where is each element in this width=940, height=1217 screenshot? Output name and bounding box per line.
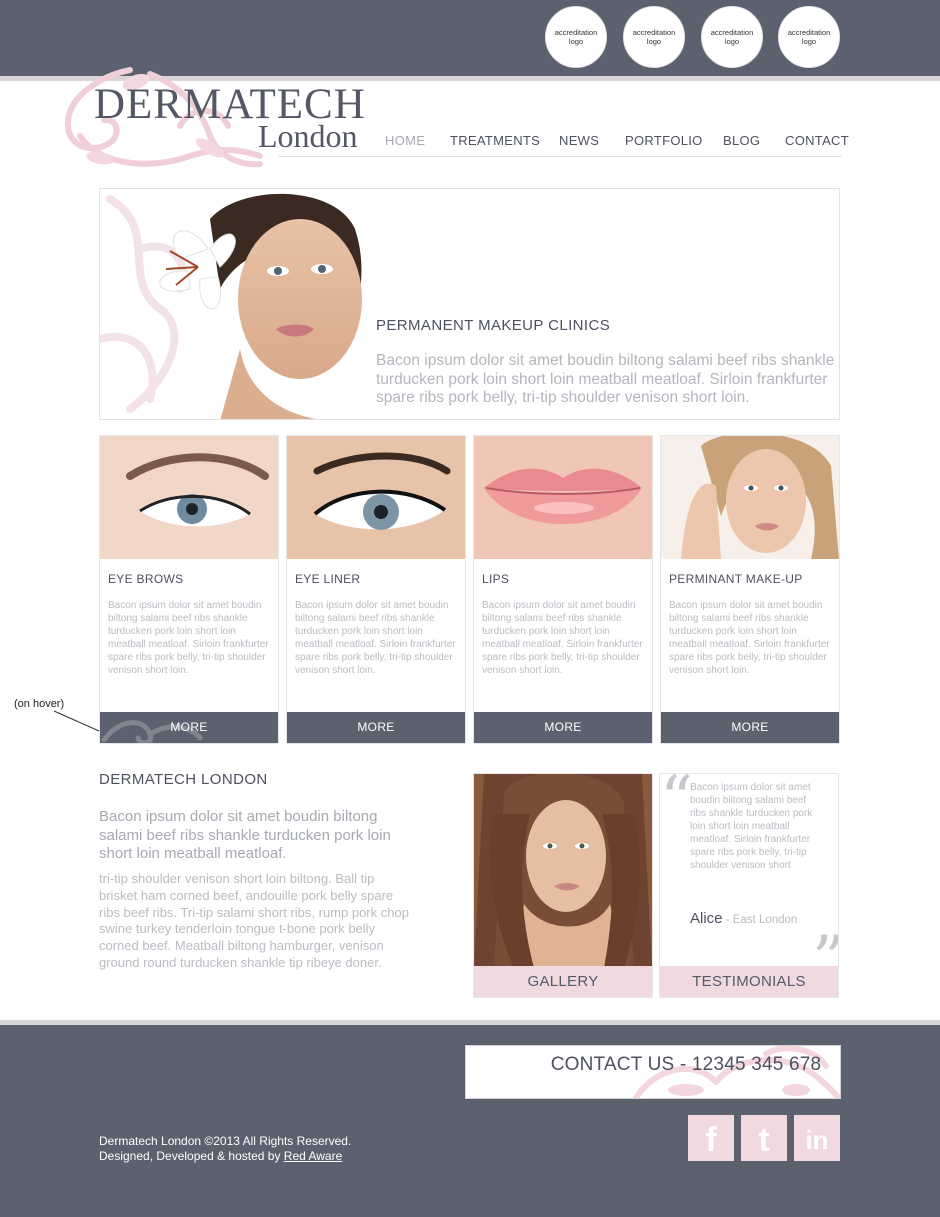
site-logo[interactable]: DERMATECH London	[60, 66, 380, 176]
more-button[interactable]: MORE	[474, 712, 652, 743]
accreditation-logo[interactable]: accreditation logo	[545, 6, 607, 68]
treatment-card-permanent-makeup[interactable]: PERMINANT MAKE-UP Bacon ipsum dolor sit …	[660, 435, 840, 744]
facebook-icon[interactable]: f	[688, 1115, 734, 1161]
card-text: Bacon ipsum dolor sit amet boudin bilton…	[295, 600, 456, 676]
copyright-line: Dermatech London ©2013 All Rights Reserv…	[99, 1134, 352, 1148]
more-button[interactable]: MORE	[661, 712, 839, 743]
nav-home[interactable]: HOME	[385, 133, 425, 148]
testimonial-author: Alice - East London	[690, 910, 798, 927]
card-title: EYE LINER	[295, 572, 361, 586]
card-title: PERMINANT MAKE-UP	[669, 572, 803, 586]
treatment-card-lips[interactable]: LIPS Bacon ipsum dolor sit amet boudin b…	[473, 435, 653, 744]
more-button[interactable]: MORE	[100, 712, 278, 743]
svg-text:in: in	[805, 1125, 828, 1155]
svg-text:t: t	[758, 1121, 769, 1159]
contact-banner[interactable]: CONTACT US - 12345 345 678	[465, 1045, 841, 1099]
nav-blog[interactable]: BLOG	[723, 133, 760, 148]
linkedin-icon[interactable]: in	[794, 1115, 840, 1161]
treatment-card-eyeliner[interactable]: EYE LINER Bacon ipsum dolor sit amet bou…	[286, 435, 466, 744]
hero-text: Bacon ipsum dolor sit amet boudin bilton…	[376, 352, 835, 406]
nav-divider	[278, 156, 842, 157]
contact-phone: CONTACT US - 12345 345 678	[550, 1054, 822, 1075]
about-title: DERMATECH LONDON	[99, 771, 268, 788]
logo-subtitle: London	[258, 118, 358, 154]
accreditation-logo[interactable]: accreditation logo	[778, 6, 840, 68]
about-body: tri-tip shoulder venison short loin bilt…	[99, 871, 409, 970]
accreditation-logo[interactable]: accreditation logo	[623, 6, 685, 68]
more-button[interactable]: MORE	[287, 712, 465, 743]
testimonial-quote: Bacon ipsum dolor sit amet boudin bilton…	[690, 782, 813, 871]
gallery-panel[interactable]: GALLERY	[473, 773, 653, 998]
main-navigation: HOME TREATMENTS NEWS PORTFOLIO BLOG CONT…	[370, 133, 849, 155]
card-image-lips	[474, 436, 652, 559]
nav-treatments[interactable]: TREATMENTS	[450, 133, 540, 148]
about-lead: Bacon ipsum dolor sit amet boudin bilton…	[99, 808, 391, 862]
svg-text:f: f	[705, 1121, 717, 1159]
testimonials-label[interactable]: TESTIMONIALS	[660, 966, 838, 997]
credit-link[interactable]: Red Aware	[284, 1149, 342, 1163]
nav-contact[interactable]: CONTACT	[785, 133, 849, 148]
twitter-icon[interactable]: t	[741, 1115, 787, 1161]
card-image-eyeliner	[287, 436, 465, 559]
card-text: Bacon ipsum dolor sit amet boudin bilton…	[482, 600, 643, 676]
gallery-label[interactable]: GALLERY	[474, 966, 652, 997]
open-quote-icon: “	[660, 773, 693, 837]
credit-line: Designed, Developed & hosted by Red Awar…	[99, 1149, 343, 1163]
hero-image	[100, 193, 362, 419]
nav-news[interactable]: NEWS	[559, 133, 599, 148]
copyright: Dermatech London ©2013 All Rights Reserv…	[99, 1134, 351, 1164]
accreditation-logo[interactable]: accreditation logo	[701, 6, 763, 68]
hero-title: PERMANENT MAKEUP CLINICS	[376, 317, 611, 334]
testimonial-location: - East London	[722, 914, 798, 926]
card-image-permanent-makeup	[661, 436, 839, 559]
card-image-eyebrows	[100, 436, 278, 559]
card-text: Bacon ipsum dolor sit amet boudin bilton…	[108, 600, 269, 676]
hover-annotation: (on hover)	[14, 698, 65, 710]
gallery-image	[474, 774, 652, 968]
card-title: EYE BROWS	[108, 572, 184, 586]
treatment-card-eyebrows[interactable]: EYE BROWS Bacon ipsum dolor sit amet bou…	[99, 435, 279, 744]
hero-banner: PERMANENT MAKEUP CLINICS Bacon ipsum dol…	[99, 188, 840, 420]
nav-portfolio[interactable]: PORTFOLIO	[625, 133, 703, 148]
card-text: Bacon ipsum dolor sit amet boudin bilton…	[669, 600, 830, 676]
card-title: LIPS	[482, 572, 510, 586]
testimonials-panel[interactable]: “ Bacon ipsum dolor sit amet boudin bilt…	[659, 773, 839, 998]
